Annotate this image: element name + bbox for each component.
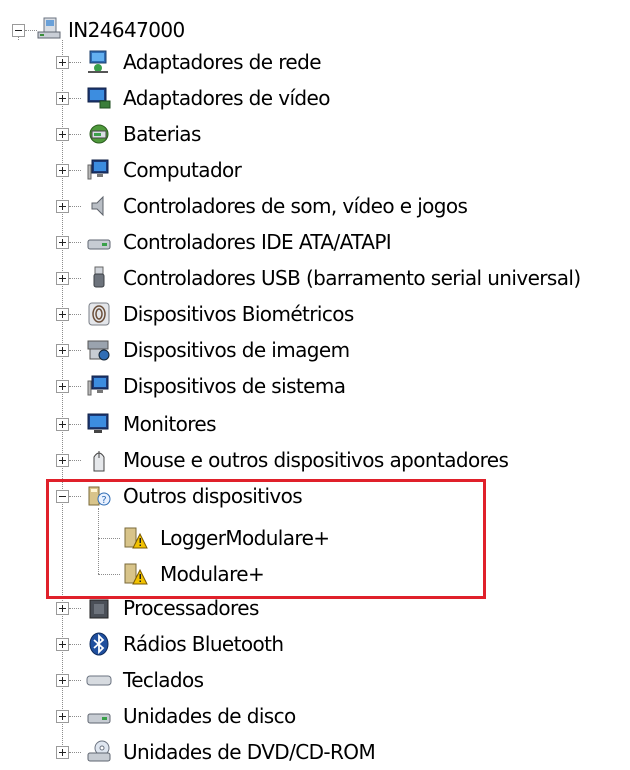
branch-line — [69, 350, 81, 351]
tree-item-sound-video-game[interactable]: Controladores de som, vídeo e jogos — [123, 188, 468, 224]
bluetooth-icon — [89, 632, 109, 656]
tree-item-bluetooth[interactable]: Rádios Bluetooth — [123, 626, 284, 662]
usb-icon — [93, 266, 105, 288]
tree-item-label: Computador — [123, 158, 242, 182]
tree-item-label: Dispositivos Biométricos — [123, 302, 354, 326]
branch-line — [69, 314, 81, 315]
network-adapter-icon — [88, 50, 108, 73]
expand-toggle-computer[interactable] — [56, 164, 69, 177]
expand-toggle-monitors[interactable] — [56, 418, 69, 431]
tree-item-monitors[interactable]: Monitores — [123, 406, 217, 442]
expand-toggle-network[interactable] — [56, 56, 69, 69]
expand-toggle-processors[interactable] — [56, 602, 69, 615]
display-adapter-icon — [87, 87, 111, 109]
processor-icon — [89, 599, 109, 619]
system-devices-icon — [87, 375, 109, 396]
branch-line — [69, 62, 81, 63]
branch-line — [69, 134, 81, 135]
dvd-drive-icon — [87, 740, 111, 762]
branch-line — [69, 716, 81, 717]
root-collapse-toggle[interactable] — [12, 24, 25, 37]
tree-item-label: Adaptadores de vídeo — [123, 86, 330, 110]
tree-item-label: Dispositivos de imagem — [123, 338, 350, 362]
tree-item-batteries[interactable]: Baterias — [123, 116, 201, 152]
tree-item-network-adapters[interactable]: Adaptadores de rede — [123, 44, 322, 80]
branch-line — [69, 608, 81, 609]
branch-line — [69, 460, 81, 461]
tree-item-biometric[interactable]: Dispositivos Biométricos — [123, 296, 354, 332]
tree-root-label: IN24647000 — [68, 18, 185, 42]
expand-toggle-sound[interactable] — [56, 200, 69, 213]
branch-line — [69, 278, 81, 279]
expand-toggle-batteries[interactable] — [56, 128, 69, 141]
highlight-box — [46, 479, 486, 599]
tree-item-label: Adaptadores de rede — [123, 50, 322, 74]
branch-line — [69, 170, 81, 171]
computer-root-icon — [37, 17, 61, 39]
branch-line — [69, 386, 81, 387]
branch-line — [69, 242, 81, 243]
tree-item-disk-drives[interactable]: Unidades de disco — [123, 698, 296, 734]
expand-toggle-bluetooth[interactable] — [56, 638, 69, 651]
battery-icon — [89, 124, 109, 144]
tree-item-imaging[interactable]: Dispositivos de imagem — [123, 332, 350, 368]
expand-toggle-imaging[interactable] — [56, 344, 69, 357]
expand-toggle-usb[interactable] — [56, 272, 69, 285]
device-tree: IN24647000 Adaptadores de rede Adaptador… — [0, 0, 630, 765]
tree-item-keyboards[interactable]: Teclados — [123, 662, 204, 698]
branch-line — [69, 680, 81, 681]
expand-toggle-system[interactable] — [56, 380, 69, 393]
tree-root[interactable]: IN24647000 — [68, 12, 185, 48]
expand-toggle-video[interactable] — [56, 92, 69, 105]
expand-toggle-mouse[interactable] — [56, 454, 69, 467]
tree-item-mouse[interactable]: Mouse e outros dispositivos apontadores — [123, 442, 509, 478]
branch-line — [69, 98, 81, 99]
branch-line — [69, 752, 81, 753]
branch-line — [69, 424, 81, 425]
tree-item-label: Monitores — [123, 412, 217, 436]
expand-toggle-dvd[interactable] — [56, 746, 69, 759]
expand-toggle-keyboards[interactable] — [56, 674, 69, 687]
tree-item-usb[interactable]: Controladores USB (barramento serial uni… — [123, 260, 581, 296]
tree-item-ide-ata[interactable]: Controladores IDE ATA/ATAPI — [123, 224, 392, 260]
fingerprint-icon — [88, 302, 110, 326]
tree-item-label: Baterias — [123, 122, 201, 146]
tree-item-label: Rádios Bluetooth — [123, 632, 284, 656]
tree-item-label: Unidades de disco — [123, 704, 296, 728]
ide-controller-icon — [87, 239, 111, 250]
speaker-icon — [91, 195, 104, 217]
tree-item-label: Mouse e outros dispositivos apontadores — [123, 448, 509, 472]
expand-toggle-biometric[interactable] — [56, 308, 69, 321]
expand-toggle-disk-drives[interactable] — [56, 710, 69, 723]
tree-item-computer[interactable]: Computador — [123, 152, 242, 188]
camera-icon — [87, 340, 110, 361]
tree-item-label: Dispositivos de sistema — [123, 374, 346, 398]
tree-item-label: Controladores de som, vídeo e jogos — [123, 194, 468, 218]
monitor-icon — [87, 413, 109, 433]
disk-drive-icon — [87, 713, 111, 724]
computer-icon — [87, 159, 109, 180]
branch-line — [69, 206, 81, 207]
tree-item-label: Controladores USB (barramento serial uni… — [123, 266, 581, 290]
keyboard-icon — [86, 675, 112, 686]
tree-item-display-adapters[interactable]: Adaptadores de vídeo — [123, 80, 330, 116]
mouse-icon — [93, 451, 105, 472]
branch-line — [69, 644, 81, 645]
tree-item-system-devices[interactable]: Dispositivos de sistema — [123, 368, 346, 404]
tree-item-label: Teclados — [123, 668, 204, 692]
expand-toggle-ide[interactable] — [56, 236, 69, 249]
tree-item-label: Controladores IDE ATA/ATAPI — [123, 230, 392, 254]
